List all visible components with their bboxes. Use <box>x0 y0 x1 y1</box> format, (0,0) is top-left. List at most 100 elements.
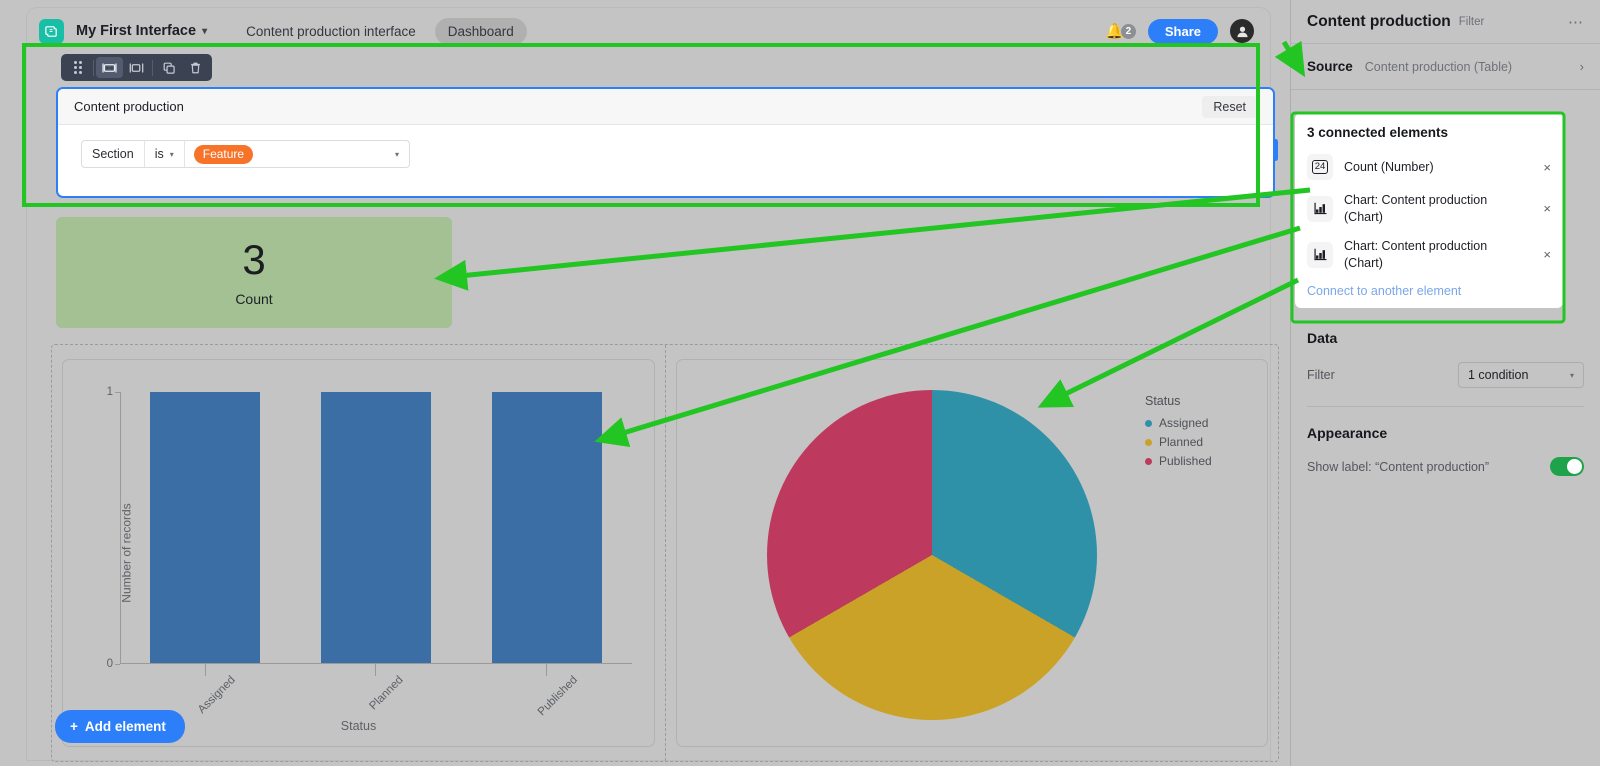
filter-value-select[interactable]: Feature ▾ <box>185 141 409 167</box>
interface-name-label: My First Interface <box>76 23 197 39</box>
filter-body: Section is ▾ Feature ▾ <box>58 125 1273 168</box>
source-label: Source <box>1307 59 1353 74</box>
legend-dot-assigned <box>1145 419 1152 427</box>
chevron-down-icon: ▾ <box>202 25 208 37</box>
y-tick-1: 1 <box>106 386 113 398</box>
filter-operator-select[interactable]: is ▾ <box>145 141 185 167</box>
show-label-toggle[interactable] <box>1550 457 1584 476</box>
x-label-planned: Planned <box>367 674 406 713</box>
legend-label-assigned: Assigned <box>1159 416 1209 430</box>
legend-item-published: Published <box>1145 454 1249 468</box>
connected-elements-title: 3 connected elements <box>1307 125 1449 140</box>
bar-chart-plot: 1 0 <box>107 386 632 670</box>
filter-condition-row: Section is ▾ Feature ▾ <box>81 140 410 168</box>
count-label: Count <box>235 290 273 307</box>
filter-title: Content production <box>74 99 184 114</box>
resize-handle[interactable] <box>1273 139 1278 161</box>
data-section: Data Filter 1 condition ▾ <box>1291 312 1600 407</box>
duplicate-icon[interactable] <box>155 57 182 78</box>
legend-item-planned: Planned <box>1145 435 1249 449</box>
connected-item-chart-1[interactable]: Chart: Content production (Chart) × <box>1307 186 1551 232</box>
interface-name[interactable]: My First Interface ▾ <box>76 23 207 39</box>
fit-width-icon[interactable] <box>96 57 123 78</box>
show-label-row: Show label: “Content production” <box>1307 457 1584 476</box>
more-options-icon[interactable]: ⋯ <box>1568 13 1584 31</box>
legend-dot-planned <box>1145 438 1152 446</box>
delete-icon[interactable] <box>182 57 209 78</box>
notification-badge: 2 <box>1120 23 1136 39</box>
filter-field-select[interactable]: Section <box>82 141 145 167</box>
connected-item-count[interactable]: 24 Count (Number) × <box>1307 148 1551 186</box>
sidebar-source-row[interactable]: Source Content production (Table) › <box>1291 44 1600 90</box>
bar-published[interactable] <box>491 392 602 663</box>
pie-chart-element[interactable]: Status Assigned Planned Published <box>676 359 1268 747</box>
data-filter-row: Filter 1 condition ▾ <box>1307 362 1584 388</box>
bar-chart-icon <box>1307 241 1333 268</box>
airtable-logo-icon <box>39 18 64 44</box>
x-label-published: Published <box>536 674 581 719</box>
notifications-button[interactable]: 🔔 2 <box>1105 23 1136 39</box>
data-filter-value: 1 condition <box>1468 368 1529 382</box>
remove-connection-icon[interactable]: × <box>1537 160 1551 175</box>
count-value: 3 <box>242 235 266 283</box>
top-bar: My First Interface ▾ Content production … <box>27 8 1270 54</box>
remove-connection-icon[interactable]: × <box>1537 201 1551 216</box>
count-number-element[interactable]: 3 Count <box>56 217 452 328</box>
data-filter-label: Filter <box>1307 368 1335 382</box>
sidebar-header: Content production Filter ⋯ <box>1291 0 1600 44</box>
connected-item-label: Chart: Content production (Chart) <box>1344 238 1488 270</box>
sidebar-subtitle: Filter <box>1458 15 1485 28</box>
pie-chart: Status Assigned Planned Published <box>677 360 1267 746</box>
filter-operator-label: is <box>154 147 164 161</box>
remove-connection-icon[interactable]: × <box>1537 247 1551 262</box>
filter-element[interactable]: Content production Reset Section is ▾ Fe… <box>56 87 1275 198</box>
screen-root: My First Interface ▾ Content production … <box>0 0 1600 766</box>
editor-canvas: My First Interface ▾ Content production … <box>0 0 1284 766</box>
chart-row-container: Number of records 1 0 Assigned Planned P… <box>51 344 1279 762</box>
reset-button[interactable]: Reset <box>1202 95 1257 118</box>
number-24-text: 24 <box>1311 160 1329 174</box>
filter-header: Content production Reset <box>58 89 1273 125</box>
legend-label-published: Published <box>1159 454 1212 468</box>
legend-dot-published <box>1145 457 1152 465</box>
connect-to-another-element-link[interactable]: Connect to another element <box>1307 284 1551 298</box>
half-width-icon[interactable] <box>123 57 150 78</box>
legend-title: Status <box>1145 394 1181 408</box>
topbar-actions: 🔔 2 Share <box>1105 18 1258 44</box>
connected-elements-card: 3 connected elements 24 Count (Number) × <box>1295 113 1563 308</box>
y-tick-0: 0 <box>106 658 113 670</box>
bar-chart: Number of records 1 0 Assigned Planned P… <box>63 360 654 746</box>
x-tick-labels: Assigned Planned Published <box>120 664 632 718</box>
toolbar-divider-2 <box>152 59 153 76</box>
filter-value-tag: Feature <box>193 144 254 164</box>
chevron-down-icon: ▾ <box>1569 370 1574 380</box>
share-button[interactable]: Share <box>1147 18 1218 44</box>
show-label-text: Show label: “Content production” <box>1307 459 1490 474</box>
source-value: Content production (Table) <box>1364 59 1513 74</box>
add-element-label: Add element <box>84 719 166 734</box>
drag-handle-icon[interactable] <box>64 57 91 78</box>
chevron-down-icon: ▾ <box>169 149 174 159</box>
add-element-button[interactable]: + Add element <box>55 710 185 743</box>
legend-item-assigned: Assigned <box>1145 416 1249 430</box>
plus-icon: + <box>70 719 78 734</box>
data-section-title: Data <box>1307 330 1338 346</box>
appearance-section: Appearance Show label: “Content producti… <box>1291 407 1600 476</box>
avatar[interactable] <box>1230 19 1254 43</box>
data-filter-select[interactable]: 1 condition ▾ <box>1458 362 1584 388</box>
bar-chart-element[interactable]: Number of records 1 0 Assigned Planned P… <box>62 359 655 747</box>
bar-chart-icon <box>1307 195 1333 222</box>
tab-content-production-interface[interactable]: Content production interface <box>233 18 429 45</box>
app-window: My First Interface ▾ Content production … <box>27 8 1279 762</box>
chevron-right-icon: › <box>1579 59 1584 74</box>
tab-dashboard[interactable]: Dashboard <box>434 17 527 45</box>
sidebar-title: Content production <box>1307 12 1451 30</box>
toolbar-divider <box>93 59 94 76</box>
chevron-down-icon: ▾ <box>394 149 399 159</box>
bar-planned[interactable] <box>320 392 431 663</box>
tab-bar: Content production interface Dashboard <box>233 17 527 45</box>
connected-item-chart-2[interactable]: Chart: Content production (Chart) × <box>1307 232 1551 278</box>
pie-slices[interactable] <box>767 390 1097 720</box>
bar-assigned[interactable] <box>150 392 261 663</box>
connected-item-label: Count (Number) <box>1344 159 1434 174</box>
